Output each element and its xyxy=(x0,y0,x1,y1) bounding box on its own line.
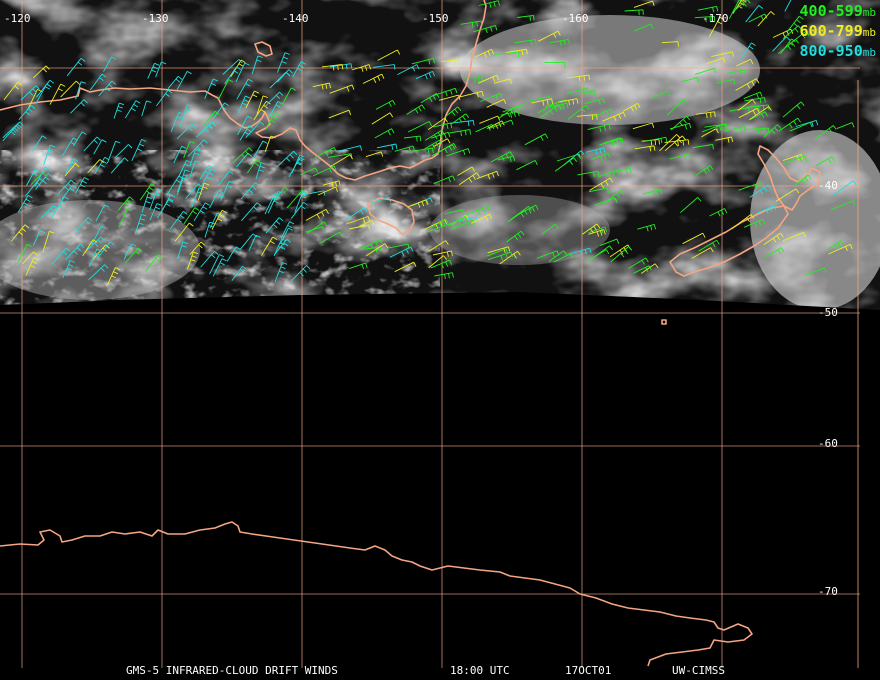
image-caption: GMS-5 INFRARED-CLOUD DRIFT WINDS 18:00 U… xyxy=(0,664,880,678)
lat-label: -60 xyxy=(818,437,838,450)
lon-label: -160 xyxy=(562,12,589,25)
caption-time: 18:00 UTC xyxy=(450,664,510,677)
lon-label: -120 xyxy=(4,12,31,25)
lat-label: -40 xyxy=(818,179,838,192)
legend-item-600-799: 600-799mb xyxy=(800,22,876,42)
legend-range: 400-599 xyxy=(799,2,863,20)
lon-label: -140 xyxy=(282,12,309,25)
lon-label: -130 xyxy=(142,12,169,25)
lat-label: -70 xyxy=(818,585,838,598)
caption-date: 17OCT01 xyxy=(565,664,612,677)
legend-range: 800-950 xyxy=(799,42,863,60)
legend-unit: mb xyxy=(862,26,876,39)
lat-label: -50 xyxy=(818,306,838,319)
lon-label: -150 xyxy=(422,12,449,25)
satellite-map: -120 -130 -140 -150 -160 -170 -40 -50 -6… xyxy=(0,0,880,668)
legend-unit: mb xyxy=(862,6,876,19)
pressure-legend: 400-599mb 600-799mb 800-950mb xyxy=(800,2,876,62)
legend-unit: mb xyxy=(862,46,876,59)
legend-item-800-950: 800-950mb xyxy=(800,42,876,62)
caption-product: GMS-5 INFRARED-CLOUD DRIFT WINDS xyxy=(126,664,338,677)
small-island xyxy=(661,319,667,325)
caption-source: UW-CIMSS xyxy=(672,664,725,677)
legend-range: 600-799 xyxy=(799,22,863,40)
legend-item-400-599: 400-599mb xyxy=(800,2,876,22)
lon-label: -170 xyxy=(702,12,729,25)
